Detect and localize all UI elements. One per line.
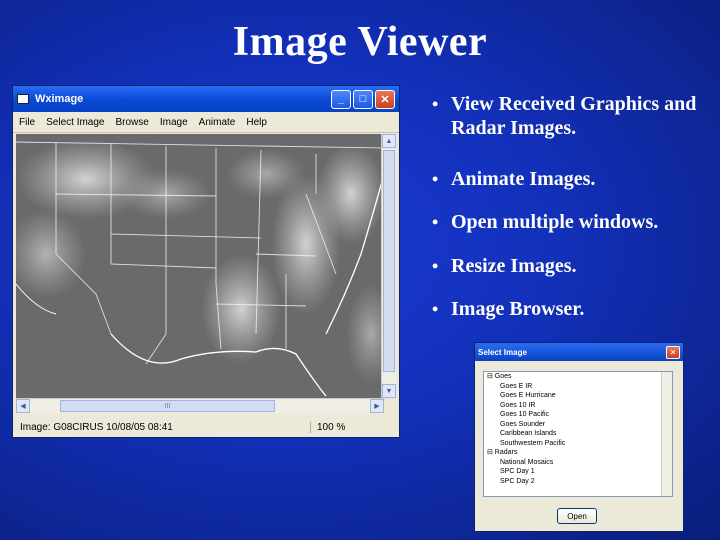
vertical-scroll-thumb[interactable]: [383, 150, 395, 372]
vertical-scrollbar[interactable]: ▲ ▼: [381, 134, 396, 398]
bullet-dot: •: [432, 94, 439, 114]
bullet-text: Resize Images.: [451, 255, 577, 277]
bullet-text: Image Browser.: [451, 298, 585, 320]
menu-bar: File Select Image Browse Image Animate H…: [13, 112, 399, 133]
menu-file[interactable]: File: [19, 117, 35, 128]
dialog-title: Select Image: [478, 347, 527, 357]
tree-node[interactable]: Goes E Hurricane: [484, 391, 672, 401]
scroll-left-button[interactable]: ◀: [16, 399, 30, 413]
bullet-text: Open multiple windows.: [451, 211, 659, 233]
tree-node[interactable]: Southwestern Pacific: [484, 439, 672, 449]
satellite-image[interactable]: [16, 134, 384, 398]
tree-node[interactable]: Goes 10 Pacific: [484, 410, 672, 420]
minimize-button[interactable]: _: [331, 89, 351, 109]
tree-scrollbar[interactable]: [661, 372, 672, 496]
tree-node[interactable]: Goes E IR: [484, 382, 672, 392]
menu-help[interactable]: Help: [246, 117, 267, 128]
open-button[interactable]: Open: [557, 508, 597, 524]
app-icon: [17, 94, 29, 104]
scroll-right-button[interactable]: ▶: [370, 399, 384, 413]
bullet-text: Animate Images.: [451, 168, 596, 190]
tree-node[interactable]: Caribbean Islands: [484, 429, 672, 439]
status-image-info: Image: G08CIRUS 10/08/05 08:41: [16, 421, 311, 433]
satellite-map-graphic: [16, 134, 384, 398]
maximize-button[interactable]: □: [353, 89, 373, 109]
tree-node[interactable]: ⊟ Goes: [484, 372, 672, 382]
horizontal-scroll-thumb[interactable]: III: [60, 400, 275, 412]
tree-node[interactable]: National Mosaics: [484, 458, 672, 468]
bullet-dot: •: [432, 299, 439, 319]
slide-title: Image Viewer: [232, 19, 488, 65]
horizontal-scrollbar[interactable]: ◀ III ▶: [16, 398, 384, 413]
bullet-item: • View Received Graphics and Radar Images…: [432, 92, 717, 140]
scroll-down-button[interactable]: ▼: [382, 384, 396, 398]
image-tree[interactable]: ⊟ Goes Goes E IR Goes E Hurricane Goes 1…: [483, 371, 673, 497]
window-titlebar[interactable]: Wximage _ □ ✕: [13, 86, 399, 112]
bullet-item: • Animate Images.: [432, 167, 717, 191]
bullet-dot: •: [432, 169, 439, 189]
tree-node[interactable]: Goes 10 IR: [484, 401, 672, 411]
dialog-close-button[interactable]: ✕: [666, 345, 680, 359]
select-image-dialog: Select Image ✕ ⊟ Goes Goes E IR Goes E H…: [474, 342, 684, 532]
status-bar: Image: G08CIRUS 10/08/05 08:41 100 %: [16, 419, 396, 435]
wximage-window: Wximage _ □ ✕ File Select Image Browse I…: [12, 85, 400, 438]
menu-image[interactable]: Image: [160, 117, 188, 128]
bullet-list: • View Received Graphics and Radar Images…: [432, 92, 717, 321]
close-button[interactable]: ✕: [375, 89, 395, 109]
bullet-text: View Received Graphics and Radar Images.: [451, 93, 697, 139]
bullet-item: • Image Browser.: [432, 297, 717, 321]
bullet-dot: •: [432, 212, 439, 232]
bullet-item: • Resize Images.: [432, 254, 717, 278]
menu-select-image[interactable]: Select Image: [46, 117, 104, 128]
status-zoom: 100 %: [317, 421, 346, 433]
window-title: Wximage: [35, 93, 84, 105]
tree-node[interactable]: SPC Day 2: [484, 477, 672, 487]
bullet-dot: •: [432, 256, 439, 276]
menu-animate[interactable]: Animate: [199, 117, 236, 128]
tree-node[interactable]: Goes Sounder: [484, 420, 672, 430]
menu-browse[interactable]: Browse: [116, 117, 149, 128]
tree-node[interactable]: ⊟ Radars: [484, 448, 672, 458]
tree-node[interactable]: SPC Day 1: [484, 467, 672, 477]
bullet-item: • Open multiple windows.: [432, 210, 717, 234]
dialog-titlebar[interactable]: Select Image ✕: [475, 343, 683, 361]
scroll-up-button[interactable]: ▲: [382, 134, 396, 148]
